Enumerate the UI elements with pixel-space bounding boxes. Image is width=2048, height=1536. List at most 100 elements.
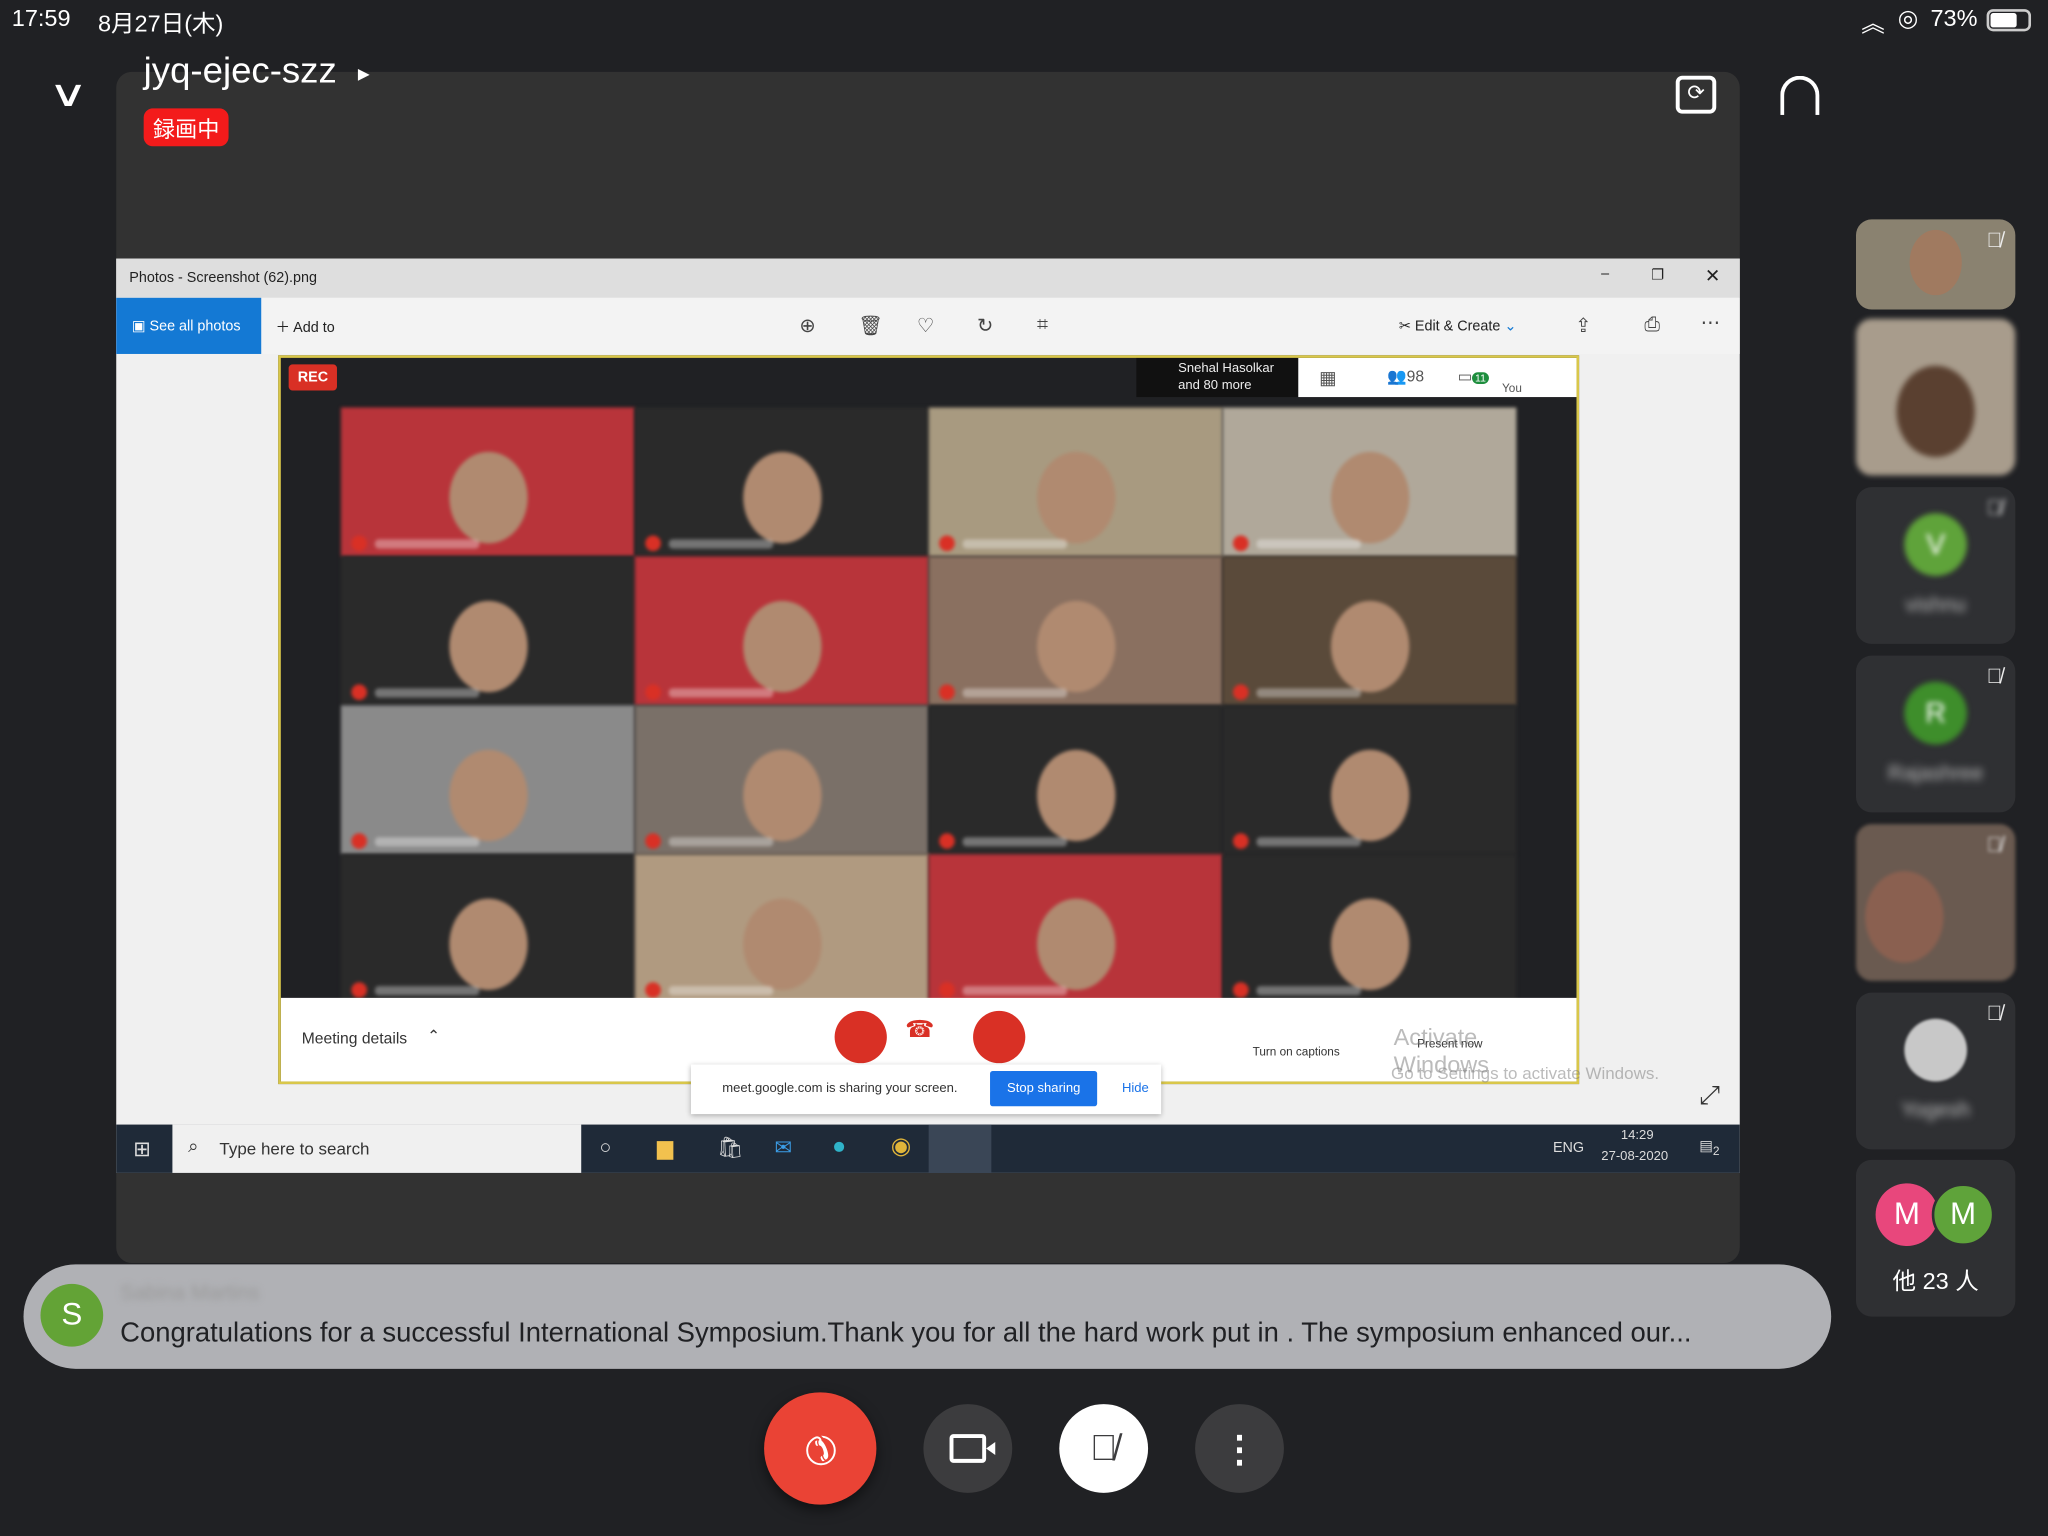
more-options-button[interactable]: ⋮ — [1195, 1404, 1284, 1493]
others-tile[interactable]: M M 他 23 人 — [1855, 1159, 2016, 1317]
name-label — [374, 688, 480, 698]
mic-muted-icon — [351, 684, 368, 701]
hangup-icon: ☎ — [905, 1016, 935, 1043]
mic-muted-icon — [645, 535, 661, 552]
participant-video — [742, 898, 821, 991]
name-label — [1256, 837, 1361, 847]
avatar-vishnu: V — [1904, 513, 1968, 576]
chat-count: 11 — [1472, 372, 1489, 384]
participant-video — [448, 452, 528, 544]
language-indicator: ENG — [1552, 1140, 1585, 1156]
notification-icon: ▤2 — [1699, 1138, 1720, 1158]
participant-tile-yogesh[interactable]: Yogesh 🎙̸ — [1855, 992, 2016, 1150]
captions-button: Turn on captions — [1252, 1044, 1340, 1058]
others-count: 他 23 人 — [1892, 1268, 1979, 1295]
shared-participant-tile — [1222, 705, 1517, 855]
shared-participant-tile — [634, 854, 929, 1004]
participant-tile-video[interactable] — [1855, 318, 2016, 476]
chrome-icon: ◉ — [890, 1132, 912, 1159]
presenter-more: and 80 more — [1178, 378, 1252, 394]
activate-windows-sub: Go to Settings to activate Windows. — [1391, 1063, 1660, 1083]
recording-badge: 録画中 — [143, 108, 229, 147]
mic-muted-icon — [939, 833, 955, 849]
restore-icon: ❐ — [1651, 267, 1664, 284]
participant-tile-rajashree[interactable]: R Rajashree 🎙̸ — [1855, 655, 2016, 813]
participant-tile-video-2[interactable]: 🎙̸ — [1855, 824, 2016, 981]
people-count: 98 — [1406, 367, 1425, 386]
mic-muted-icon — [1232, 982, 1249, 998]
name-label — [668, 688, 774, 698]
participant-name: Rajashree — [1888, 762, 1984, 785]
mic-muted-icon — [939, 535, 955, 552]
name-label — [962, 986, 1068, 996]
notification-count: 2 — [1712, 1144, 1720, 1158]
shared-participant-tile — [340, 556, 635, 706]
collapse-chevron-icon[interactable]: ∨ — [48, 72, 88, 115]
participant-video — [1036, 749, 1115, 842]
shared-participant-tile — [634, 407, 929, 557]
chat-notification[interactable]: S Sabina Martins Congratulations for a s… — [23, 1264, 1832, 1369]
mic-muted-icon — [1232, 535, 1249, 552]
mic-muted-icon — [645, 982, 661, 998]
switch-camera-icon[interactable]: ⟳ — [1675, 75, 1717, 114]
shared-participant-tile — [928, 407, 1223, 557]
headphones-icon[interactable] — [1780, 75, 1820, 115]
shared-participant-tile — [928, 705, 1223, 855]
name-label — [374, 837, 480, 847]
share-icon: ⇪ — [1575, 314, 1592, 337]
participant-video — [1036, 601, 1115, 693]
status-time: 17:59 — [11, 5, 71, 32]
battery-level: 73% — [1930, 5, 1978, 32]
sender-name: Sabina Martins — [120, 1282, 260, 1305]
name-label — [374, 539, 480, 549]
camera-off-icon — [973, 1010, 1026, 1064]
mic-muted-icon: 🎙̸ — [1986, 666, 2003, 689]
battery-icon — [1986, 9, 2032, 32]
participant-video — [448, 601, 528, 693]
more-icon: ⋯ — [1700, 312, 1721, 335]
orientation-lock-icon: ◎ — [1897, 5, 1919, 32]
participant-tile-self[interactable]: 🎙̸ — [1855, 219, 2016, 310]
layout-icon: ▦ — [1319, 367, 1337, 388]
participant-name: vishnu — [1905, 594, 1966, 617]
sender-avatar: S — [40, 1283, 104, 1347]
avatar-m1: M — [1875, 1183, 1939, 1247]
meeting-code[interactable]: jyq-ejec-szz — [144, 50, 337, 92]
mic-toggle-button[interactable]: 🎙̸ — [1059, 1404, 1149, 1493]
expand-icon: ⤢ — [1699, 1081, 1721, 1111]
mic-muted-icon — [939, 684, 955, 701]
participant-name: Yogesh — [1901, 1099, 1971, 1122]
clock-date: 27-08-2020 — [1601, 1149, 1669, 1164]
wifi-icon: ︽ — [1861, 10, 1885, 37]
rotate-icon: ↻ — [976, 314, 994, 337]
file-explorer-icon: ▆ — [656, 1137, 674, 1160]
heart-icon: ♡ — [916, 314, 935, 337]
chat-icon: ▭ 11 — [1458, 367, 1489, 385]
photos-icon: ▣ — [131, 318, 150, 335]
shared-participant-tile — [1222, 407, 1517, 557]
delete-icon: 🗑 — [858, 314, 883, 337]
close-icon: ✕ — [1704, 265, 1721, 287]
mail-icon: ✉ — [774, 1137, 793, 1160]
presenter-chip: Snehal Hasolkar and 80 more — [1136, 357, 1299, 398]
camera-toggle-button[interactable] — [923, 1404, 1013, 1493]
meet-top-bar: ▦ 👥98 ▭ 11 You — [1298, 357, 1577, 398]
name-label — [1256, 688, 1361, 698]
participant-video — [1036, 452, 1115, 544]
end-call-button[interactable]: ✆ — [764, 1392, 877, 1505]
meeting-info-arrow-icon[interactable]: ▸ — [358, 60, 370, 87]
presenter-name: Snehal Hasolkar — [1178, 361, 1274, 377]
hide-button: Hide — [1121, 1081, 1149, 1096]
window-title: Photos - Screenshot (62).png — [129, 270, 317, 287]
mic-muted-icon — [645, 684, 661, 701]
shared-participant-tile — [928, 556, 1223, 706]
avatar-yogesh — [1904, 1018, 1968, 1082]
participant-tile-vishnu[interactable]: V vishnu 🎙̸ — [1855, 487, 2016, 644]
name-label — [962, 539, 1068, 549]
mic-muted-icon: 🎙̸ — [1986, 497, 2003, 520]
stop-sharing-button: Stop sharing — [990, 1071, 1098, 1107]
people-icon: 👥98 — [1387, 367, 1425, 386]
see-all-photos-button: ▣ See all photos — [116, 297, 262, 354]
chevron-up-icon: ⌃ — [427, 1026, 441, 1045]
search-placeholder: Type here to search — [219, 1138, 370, 1159]
